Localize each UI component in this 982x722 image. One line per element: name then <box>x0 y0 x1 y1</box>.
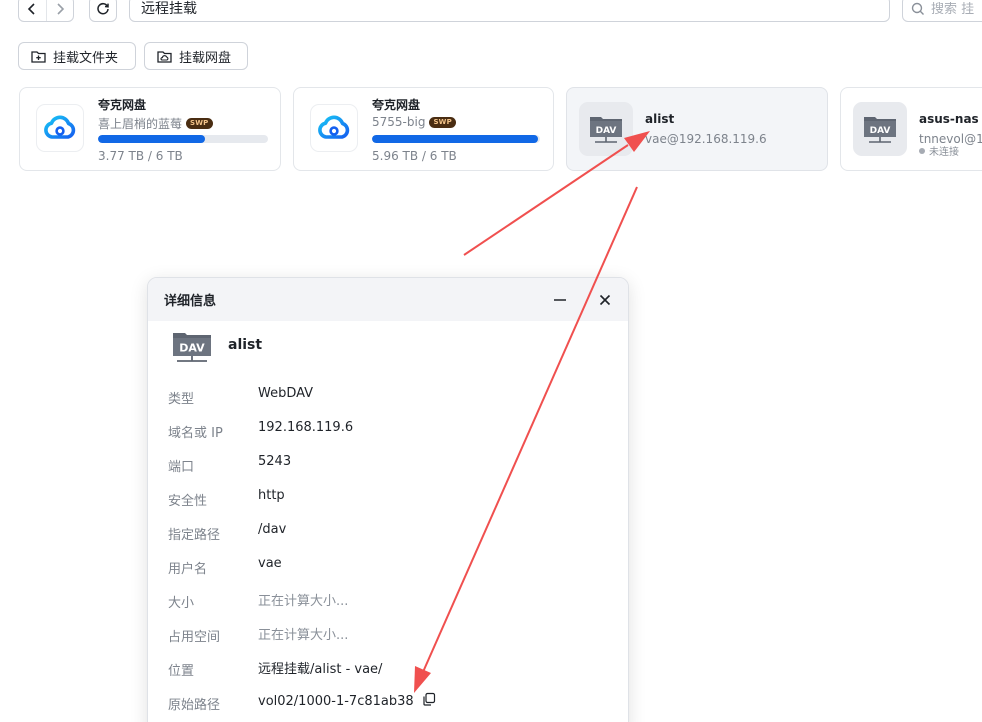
detail-label: 指定路径 <box>168 528 221 543</box>
swp-badge: SWP <box>186 118 213 129</box>
details-item-name: alist <box>228 337 263 353</box>
card-title: 夸克网盘 <box>98 98 147 112</box>
minimize-button[interactable] <box>550 290 570 310</box>
swp-badge: SWP <box>429 116 456 128</box>
detail-value: vol02/1000-1-7c81ab38 <box>258 693 414 709</box>
status-dot-icon <box>919 147 925 154</box>
detail-label: 域名或 IP <box>168 426 223 441</box>
card-subtitle: vae@192.168.119.6 <box>645 132 767 146</box>
copy-button[interactable] <box>422 692 436 710</box>
card-title: alist <box>645 112 675 126</box>
mount-card-alist[interactable]: DAV alist vae@192.168.119.6 <box>566 87 828 171</box>
detail-row-type: 类型 WebDAV <box>168 382 608 416</box>
card-subtitle: 5755-big SWP <box>372 115 456 129</box>
nav-buttons <box>18 0 74 22</box>
refresh-icon <box>97 2 109 15</box>
detail-label: 安全性 <box>168 494 208 509</box>
usage-bar-fill <box>98 135 206 143</box>
details-panel-title: 详细信息 <box>164 294 217 309</box>
copy-icon <box>423 692 435 706</box>
back-button[interactable] <box>19 0 46 21</box>
quark-cloud-icon <box>36 104 84 152</box>
card-account: 5755-big <box>372 115 426 129</box>
detail-row-disk-usage: 占用空间 正在计算大小... <box>168 620 608 654</box>
search-input[interactable] <box>931 1 982 17</box>
detail-value: http <box>258 488 285 503</box>
app-window: 远程挂载 挂载文件夹 挂载网盘 夸克网盘 喜上眉梢的蓝莓 SWP 3.77 TB… <box>0 0 982 722</box>
cloud-folder-icon <box>157 50 172 63</box>
detail-value: 正在计算大小... <box>258 594 349 609</box>
chevron-left-icon <box>28 3 35 15</box>
refresh-button[interactable] <box>89 0 117 22</box>
usage-bar <box>372 135 540 143</box>
minimize-icon <box>554 299 566 301</box>
detail-row-location: 位置 远程挂载/alist - vae/ <box>168 654 608 688</box>
detail-label: 位置 <box>168 664 195 679</box>
close-button[interactable] <box>595 290 615 310</box>
detail-value: 正在计算大小... <box>258 628 349 643</box>
webdav-server-icon: DAV <box>853 102 907 156</box>
detail-label: 类型 <box>168 392 195 407</box>
detail-label: 用户名 <box>168 562 208 577</box>
mount-folder-button[interactable]: 挂载文件夹 <box>18 42 136 70</box>
folder-plus-icon <box>31 50 46 63</box>
webdav-server-icon: DAV <box>171 328 213 366</box>
mount-folder-label: 挂载文件夹 <box>53 50 119 66</box>
mount-cloud-button[interactable]: 挂载网盘 <box>144 42 248 70</box>
dav-label: DAV <box>179 342 205 355</box>
detail-row-path: 指定路径 /dav <box>168 518 608 552</box>
usage-bar <box>98 135 268 143</box>
detail-row-username: 用户名 vae <box>168 552 608 586</box>
detail-value: 远程挂载/alist - vae/ <box>258 662 383 677</box>
usage-bar-fill <box>372 135 539 143</box>
detail-label: 大小 <box>168 596 195 611</box>
dav-label: DAV <box>596 126 617 136</box>
detail-label: 端口 <box>168 460 195 475</box>
detail-value: vae <box>258 556 282 571</box>
detail-label: 占用空间 <box>168 630 221 645</box>
detail-row-host: 域名或 IP 192.168.119.6 <box>168 416 608 450</box>
path-bar[interactable]: 远程挂载 <box>129 0 890 22</box>
detail-value: 192.168.119.6 <box>258 420 354 435</box>
mount-card-asus-nas[interactable]: DAV asus-nas tnnevol@19 未连接 <box>840 87 982 171</box>
detail-row-port: 端口 5243 <box>168 450 608 484</box>
card-subtitle: 喜上眉梢的蓝莓 SWP <box>98 115 213 132</box>
chevron-right-icon <box>57 3 64 15</box>
detail-row-original-path: 原始路径 vol02/1000-1-7c81ab38 <box>168 688 608 722</box>
search-icon <box>911 2 924 15</box>
detail-value: WebDAV <box>258 386 314 401</box>
dav-label: DAV <box>870 126 891 136</box>
card-size: 3.77 TB / 6 TB <box>98 149 183 163</box>
detail-row-size: 大小 正在计算大小... <box>168 586 608 620</box>
webdav-server-icon: DAV <box>579 102 633 156</box>
connection-status: 未连接 <box>919 143 959 158</box>
detail-value-wrap: vol02/1000-1-7c81ab38 <box>258 688 436 710</box>
quark-cloud-icon <box>310 104 358 152</box>
detail-value: 5243 <box>258 454 292 469</box>
card-title: asus-nas <box>919 112 979 126</box>
mount-cloud-label: 挂载网盘 <box>179 50 232 66</box>
detail-row-security: 安全性 http <box>168 484 608 518</box>
card-size: 5.96 TB / 6 TB <box>372 149 457 163</box>
details-panel: 详细信息 DAV alist 类型 WebDAV 域名或 IP 192.168.… <box>147 277 629 722</box>
card-account: 喜上眉梢的蓝莓 <box>98 117 183 131</box>
detail-label: 原始路径 <box>168 698 221 713</box>
mount-card-quark-1[interactable]: 夸克网盘 喜上眉梢的蓝莓 SWP 3.77 TB / 6 TB <box>19 87 281 171</box>
forward-button[interactable] <box>45 0 74 21</box>
mount-card-quark-2[interactable]: 夸克网盘 5755-big SWP 5.96 TB / 6 TB <box>293 87 554 171</box>
search-box[interactable] <box>902 0 982 22</box>
card-title: 夸克网盘 <box>372 98 421 112</box>
close-icon <box>599 294 611 306</box>
details-property-list: 类型 WebDAV 域名或 IP 192.168.119.6 端口 5243 安… <box>168 382 608 722</box>
detail-value: /dav <box>258 522 287 537</box>
details-panel-header: 详细信息 <box>148 278 628 321</box>
status-label: 未连接 <box>929 147 959 158</box>
